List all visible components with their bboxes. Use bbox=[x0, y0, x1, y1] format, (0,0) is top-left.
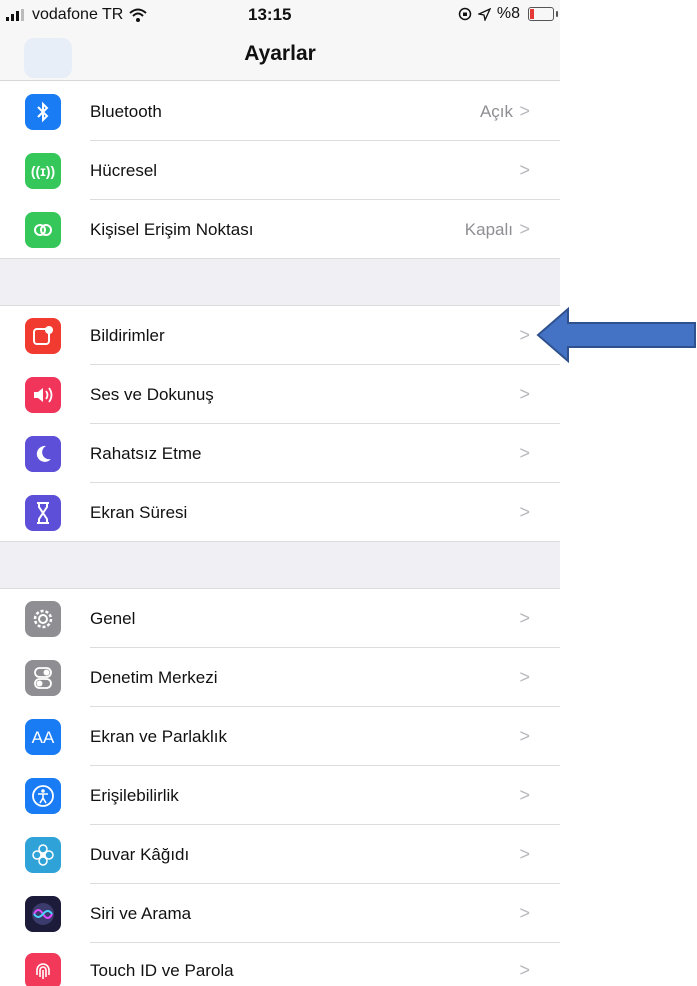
arrow-left-icon bbox=[536, 307, 696, 363]
settings-row-sounds[interactable]: Ses ve Dokunuş > bbox=[0, 365, 560, 424]
chevron-right-icon: > bbox=[519, 443, 530, 463]
switches-icon bbox=[25, 660, 61, 696]
nav-bar: Ayarlar bbox=[0, 30, 560, 81]
row-label: Ekran ve Parlaklık bbox=[90, 727, 227, 746]
flower-icon bbox=[25, 837, 61, 873]
chevron-right-icon: > bbox=[519, 160, 530, 180]
accessibility-icon bbox=[25, 778, 61, 814]
fingerprint-icon bbox=[25, 953, 61, 986]
sound-icon bbox=[25, 377, 61, 413]
group-separator bbox=[0, 541, 560, 589]
row-label: Erişilebilirlik bbox=[90, 786, 179, 805]
settings-row-accessibility[interactable]: Erişilebilirlik > bbox=[0, 766, 560, 825]
settings-row-screen-time[interactable]: Ekran Süresi > bbox=[0, 483, 560, 542]
chevron-right-icon: > bbox=[519, 608, 530, 628]
battery-icon bbox=[528, 7, 558, 21]
settings-row-notifications[interactable]: Bildirimler > bbox=[0, 306, 560, 365]
chevron-right-icon: > bbox=[519, 384, 530, 404]
siri-icon bbox=[25, 896, 61, 932]
settings-row-touch-id[interactable]: Touch ID ve Parola > bbox=[0, 943, 560, 986]
chevron-right-icon: > bbox=[519, 101, 530, 121]
wifi-icon bbox=[129, 8, 147, 22]
chevron-right-icon: > bbox=[519, 219, 530, 239]
page-title: Ayarlar bbox=[244, 42, 316, 65]
settings-row-display-brightness[interactable]: AA Ekran ve Parlaklık > bbox=[0, 707, 560, 766]
row-label: Touch ID ve Parola bbox=[90, 961, 234, 980]
chevron-right-icon: > bbox=[519, 726, 530, 746]
chevron-right-icon: > bbox=[519, 785, 530, 805]
orientation-lock-icon bbox=[458, 7, 472, 21]
chevron-right-icon: > bbox=[519, 960, 530, 980]
text-size-icon: AA bbox=[25, 719, 61, 755]
status-time: 13:15 bbox=[248, 5, 292, 24]
chevron-right-icon: > bbox=[519, 325, 530, 345]
carrier-label: vodafone TR bbox=[32, 6, 124, 23]
chevron-right-icon: > bbox=[519, 667, 530, 687]
status-bar: vodafone TR 13:15 %8 bbox=[0, 0, 560, 30]
settings-row-general[interactable]: Genel > bbox=[0, 589, 560, 648]
location-icon bbox=[477, 7, 491, 21]
hotspot-icon bbox=[25, 212, 61, 248]
notifications-icon bbox=[25, 318, 61, 354]
row-label: Bluetooth bbox=[90, 102, 162, 121]
row-label: Kişisel Erişim Noktası bbox=[90, 220, 254, 239]
row-value: Kapalı bbox=[464, 220, 513, 239]
group-separator bbox=[0, 258, 560, 306]
settings-row-control-center[interactable]: Denetim Merkezi > bbox=[0, 648, 560, 707]
settings-row-hotspot[interactable]: Kişisel Erişim Noktası Kapalı > bbox=[0, 200, 560, 259]
moon-icon bbox=[25, 436, 61, 472]
row-label: Rahatsız Etme bbox=[90, 444, 202, 463]
chevron-right-icon: > bbox=[519, 844, 530, 864]
settings-row-bluetooth[interactable]: Bluetooth Açık > bbox=[0, 82, 560, 141]
row-label: Bildirimler bbox=[90, 326, 165, 345]
settings-row-do-not-disturb[interactable]: Rahatsız Etme > bbox=[0, 424, 560, 483]
row-label: Denetim Merkezi bbox=[90, 668, 218, 687]
row-label: Duvar Kâğıdı bbox=[90, 845, 190, 864]
row-label: Ses ve Dokunuş bbox=[90, 385, 214, 404]
settings-row-wallpaper[interactable]: Duvar Kâğıdı > bbox=[0, 825, 560, 884]
settings-row-cellular[interactable]: ((ɪ)) Hücresel > bbox=[0, 141, 560, 200]
signal-icon bbox=[6, 9, 24, 21]
chevron-right-icon: > bbox=[519, 903, 530, 923]
row-label: Ekran Süresi bbox=[90, 503, 188, 522]
row-value: Açık bbox=[479, 102, 513, 121]
row-label: Genel bbox=[90, 609, 136, 628]
settings-row-siri[interactable]: Siri ve Arama > bbox=[0, 884, 560, 943]
cellular-icon: ((ɪ)) bbox=[25, 153, 61, 189]
chevron-right-icon: > bbox=[519, 502, 530, 522]
settings-screen: vodafone TR 13:15 %8 Ayarlar Bluetooth A… bbox=[0, 0, 560, 986]
bluetooth-icon bbox=[25, 94, 61, 130]
row-label: Hücresel bbox=[90, 161, 158, 180]
gear-icon bbox=[25, 601, 61, 637]
hourglass-icon bbox=[25, 495, 61, 531]
battery-percent: %8 bbox=[496, 5, 520, 22]
row-label: Siri ve Arama bbox=[90, 904, 192, 923]
